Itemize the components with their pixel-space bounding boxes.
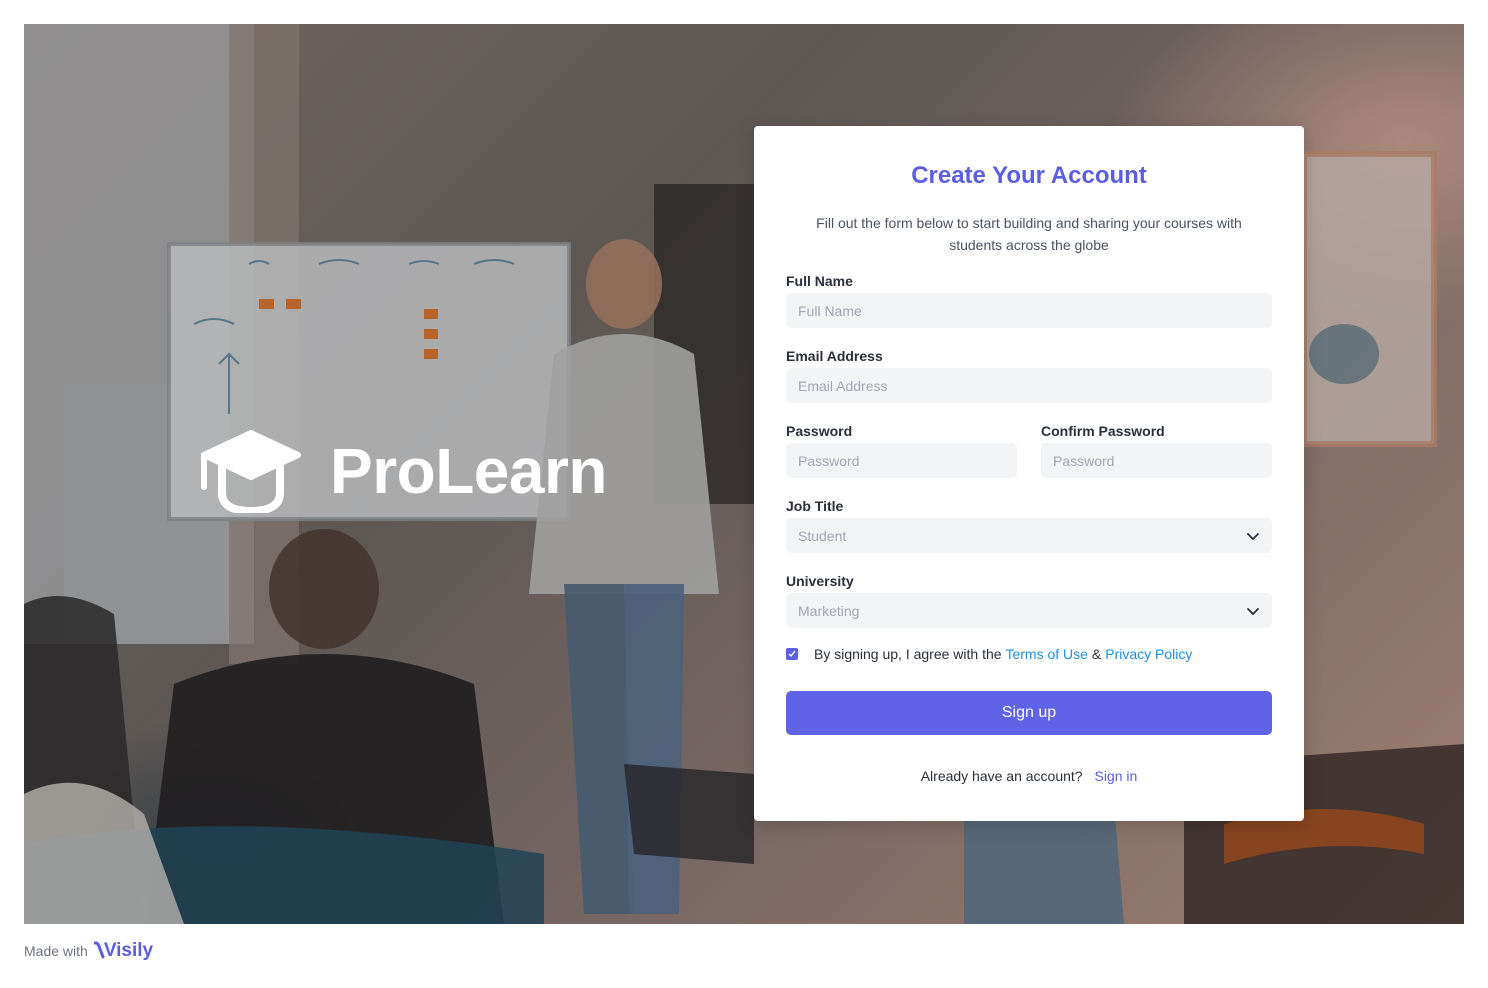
check-icon: [788, 650, 796, 658]
password-label: Password: [786, 423, 853, 439]
have-account-text: Already have an account?: [920, 768, 1083, 784]
email-field[interactable]: [786, 368, 1272, 403]
brand-name: ProLearn: [330, 435, 607, 507]
made-with-text: Made with: [24, 943, 88, 959]
confirm-password-field[interactable]: [1041, 443, 1272, 478]
university-value: Marketing: [798, 602, 860, 619]
full-name-label: Full Name: [786, 273, 853, 289]
visily-wordmark: Visily: [103, 940, 154, 961]
email-label: Email Address: [786, 348, 883, 364]
signin-link[interactable]: Sign in: [1094, 768, 1137, 784]
job-title-value: Student: [798, 527, 847, 544]
terms-link[interactable]: Terms of Use: [1005, 646, 1087, 662]
university-select[interactable]: Marketing: [786, 593, 1272, 628]
graduation-cap-icon: [201, 430, 301, 513]
form-title: Create Your Account: [911, 162, 1147, 189]
agree-text: By signing up, I agree with the: [814, 646, 1002, 662]
confirm-password-input[interactable]: [1053, 452, 1260, 469]
brand: ProLearn: [200, 429, 607, 513]
job-title-label: Job Title: [786, 498, 844, 514]
footer: Made with Visily: [24, 940, 153, 962]
confirm-password-label: Confirm Password: [1041, 423, 1165, 439]
full-name-field[interactable]: [786, 293, 1272, 328]
chevron-down-icon: [1247, 532, 1259, 540]
agree-row: By signing up, I agree with the Terms of…: [786, 646, 1192, 662]
signup-button[interactable]: Sign up: [786, 691, 1272, 735]
password-field[interactable]: [786, 443, 1017, 478]
password-input[interactable]: [798, 452, 1005, 469]
agree-amp: &: [1091, 646, 1102, 662]
visily-logo[interactable]: Visily: [93, 940, 154, 962]
form-subtitle: Fill out the form below to start buildin…: [816, 215, 1242, 253]
full-name-input[interactable]: [798, 302, 1260, 319]
privacy-link[interactable]: Privacy Policy: [1105, 646, 1192, 662]
signin-row: Already have an account? Sign in: [754, 768, 1304, 784]
university-label: University: [786, 573, 854, 589]
hero-background: ProLearn Create Your Account Fill out th…: [24, 24, 1464, 924]
agree-checkbox[interactable]: [786, 648, 798, 660]
signup-card: Create Your Account Fill out the form be…: [754, 126, 1304, 821]
chevron-down-icon: [1247, 607, 1259, 615]
email-input[interactable]: [798, 377, 1260, 394]
job-title-select[interactable]: Student: [786, 518, 1272, 553]
